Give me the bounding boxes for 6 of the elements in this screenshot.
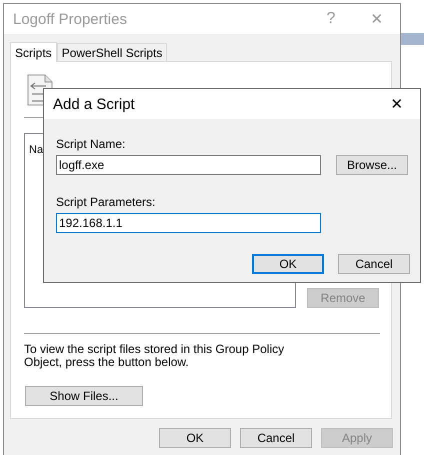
column-header: Na	[29, 144, 44, 156]
field-label: Script Name:	[56, 137, 126, 151]
info-text: To view the script files stored in this Group Policy Object, press the button below.	[24, 343, 286, 369]
dialog-title: Add a Script	[53, 96, 136, 112]
window-title: Logoff Properties	[13, 10, 128, 28]
field-label: Script Parameters:	[56, 195, 156, 209]
